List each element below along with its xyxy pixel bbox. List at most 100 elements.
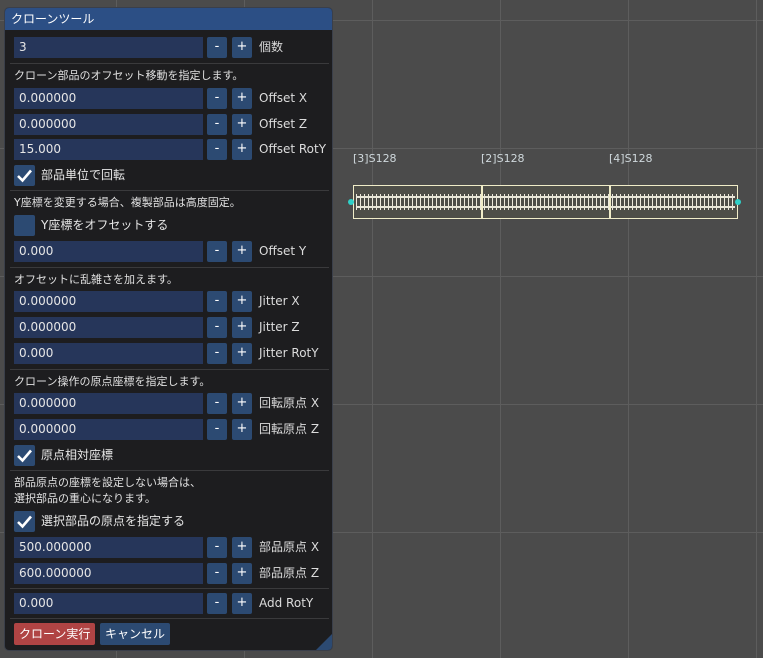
divider: [10, 190, 329, 191]
track-rail-lower: [356, 206, 735, 208]
offset-x-increment-button[interactable]: +: [232, 88, 252, 109]
per-part-rotate-checkbox[interactable]: [14, 165, 35, 186]
part-origin-x-decrement-button[interactable]: -: [207, 537, 227, 558]
part-origin-x-label: 部品原点 X: [259, 540, 320, 554]
add-roty-input[interactable]: [14, 593, 203, 614]
count-decrement-button[interactable]: -: [207, 37, 227, 58]
jitter-z-increment-button[interactable]: +: [232, 317, 252, 338]
per-part-rotate-label: 部品単位で回転: [41, 168, 126, 182]
offset-y-increment-button[interactable]: +: [232, 241, 252, 262]
origin-relative-label: 原点相対座標: [41, 448, 114, 462]
offset-x-input[interactable]: [14, 88, 203, 109]
offset-roty-input[interactable]: [14, 139, 203, 160]
cancel-button[interactable]: キャンセル: [100, 623, 171, 645]
rot-origin-z-label: 回転原点 Z: [259, 422, 320, 436]
track-label-4: [4]S128: [609, 152, 653, 165]
jitter-roty-row: - + Jitter RotY: [14, 343, 332, 364]
jitter-roty-label: Jitter RotY: [259, 346, 319, 360]
track-endpoint-right[interactable]: [735, 199, 741, 205]
part-origin-z-input[interactable]: [14, 563, 203, 584]
resize-handle[interactable]: [316, 634, 332, 650]
specify-origin-checkbox[interactable]: [14, 511, 35, 532]
offset-z-input[interactable]: [14, 114, 203, 135]
part-origin-description-line2: 選択部品の重心になります。: [14, 492, 156, 505]
rot-origin-x-decrement-button[interactable]: -: [207, 393, 227, 414]
track-segment-divider: [609, 186, 611, 218]
offset-x-label: Offset X: [259, 91, 308, 105]
jitter-x-row: - + Jitter X: [14, 291, 332, 312]
offset-roty-row: - + Offset RotY: [14, 139, 332, 160]
offset-roty-label: Offset RotY: [259, 142, 327, 156]
part-origin-z-decrement-button[interactable]: -: [207, 563, 227, 584]
count-label: 個数: [259, 40, 284, 54]
jitter-roty-input[interactable]: [14, 343, 203, 364]
jitter-z-input[interactable]: [14, 317, 203, 338]
offset-x-row: - + Offset X: [14, 88, 332, 109]
divider: [10, 618, 329, 619]
offset-x-decrement-button[interactable]: -: [207, 88, 227, 109]
clone-tool-panel: クローンツール - + 個数 クローン部品のオフセット移動を指定します。 - +…: [4, 7, 333, 651]
track-segment-divider: [481, 186, 483, 218]
jitter-roty-decrement-button[interactable]: -: [207, 343, 227, 364]
origin-relative-checkbox[interactable]: [14, 445, 35, 466]
add-roty-decrement-button[interactable]: -: [207, 593, 227, 614]
offset-roty-increment-button[interactable]: +: [232, 139, 252, 160]
jitter-roty-increment-button[interactable]: +: [232, 343, 252, 364]
add-roty-label: Add RotY: [259, 596, 314, 610]
run-clone-button[interactable]: クローン実行: [14, 623, 96, 645]
offset-y-input[interactable]: [14, 241, 203, 262]
divider: [10, 63, 329, 64]
jitter-x-decrement-button[interactable]: -: [207, 291, 227, 312]
offset-z-increment-button[interactable]: +: [232, 114, 252, 135]
rot-origin-x-input[interactable]: [14, 393, 203, 414]
offset-y-label: Offset Y: [259, 244, 307, 258]
offset-roty-decrement-button[interactable]: -: [207, 139, 227, 160]
offset-y-decrement-button[interactable]: -: [207, 241, 227, 262]
jitter-z-label: Jitter Z: [259, 320, 300, 334]
jitter-x-label: Jitter X: [259, 294, 300, 308]
jitter-z-row: - + Jitter Z: [14, 317, 332, 338]
checkmark-icon: [17, 449, 32, 463]
count-row: - + 個数: [14, 37, 332, 58]
divider: [10, 369, 329, 370]
jitter-x-input[interactable]: [14, 291, 203, 312]
origin-description: クローン操作の原点座標を指定します。: [14, 375, 211, 388]
checkmark-icon: [17, 169, 32, 183]
divider: [10, 588, 329, 589]
offset-z-decrement-button[interactable]: -: [207, 114, 227, 135]
part-origin-x-input[interactable]: [14, 537, 203, 558]
y-offset-checkbox[interactable]: [14, 215, 35, 236]
rot-origin-x-label: 回転原点 X: [259, 396, 320, 410]
track-label-2: [2]S128: [481, 152, 525, 165]
part-origin-description-line1: 部品原点の座標を設定しない場合は、: [14, 476, 201, 489]
rot-origin-z-decrement-button[interactable]: -: [207, 419, 227, 440]
divider: [10, 267, 329, 268]
count-input[interactable]: [14, 37, 203, 58]
part-origin-z-row: - + 部品原点 Z: [14, 563, 332, 584]
part-origin-z-increment-button[interactable]: +: [232, 563, 252, 584]
rot-origin-z-increment-button[interactable]: +: [232, 419, 252, 440]
add-roty-row: - + Add RotY: [14, 593, 332, 614]
panel-title[interactable]: クローンツール: [5, 8, 332, 30]
offset-description: クローン部品のオフセット移動を指定します。: [14, 69, 244, 82]
divider: [10, 470, 329, 471]
offset-z-row: - + Offset Z: [14, 114, 332, 135]
add-roty-increment-button[interactable]: +: [232, 593, 252, 614]
offset-y-row: - + Offset Y: [14, 241, 332, 262]
track-label-3: [3]S128: [353, 152, 397, 165]
part-origin-z-label: 部品原点 Z: [259, 566, 320, 580]
part-origin-x-increment-button[interactable]: +: [232, 537, 252, 558]
part-origin-x-row: - + 部品原点 X: [14, 537, 332, 558]
jitter-z-decrement-button[interactable]: -: [207, 317, 227, 338]
rot-origin-x-row: - + 回転原点 X: [14, 393, 332, 414]
offset-z-label: Offset Z: [259, 117, 308, 131]
y-offset-description: Y座標を変更する場合、複製部品は高度固定。: [14, 196, 241, 209]
count-increment-button[interactable]: +: [232, 37, 252, 58]
rot-origin-x-increment-button[interactable]: +: [232, 393, 252, 414]
track-rail-upper: [356, 196, 735, 198]
rot-origin-z-row: - + 回転原点 Z: [14, 419, 332, 440]
rot-origin-z-input[interactable]: [14, 419, 203, 440]
track-endpoint-left[interactable]: [348, 199, 354, 205]
track-selection[interactable]: [353, 185, 738, 219]
jitter-x-increment-button[interactable]: +: [232, 291, 252, 312]
